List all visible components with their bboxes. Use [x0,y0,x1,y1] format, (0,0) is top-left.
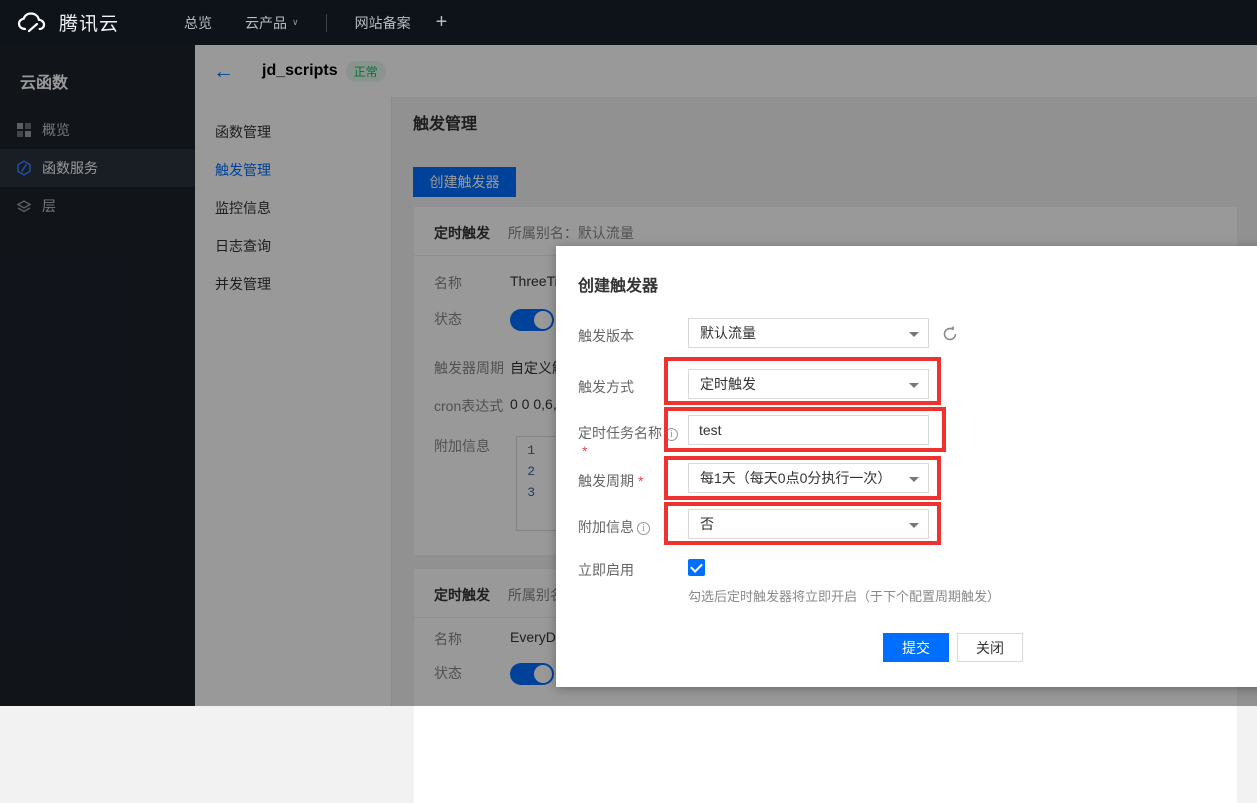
required-asterisk [634,473,643,489]
nav-item-cloud-products[interactable]: 云产品 ∨ [245,13,299,33]
chevron-down-icon: ∨ [292,17,299,28]
label-trigger-cycle: 触发周期 [578,471,686,491]
info-icon[interactable] [637,522,650,535]
cloud-logo-icon [16,11,50,35]
refresh-icon[interactable] [940,324,960,344]
task-name-input[interactable] [688,415,929,445]
chevron-down-icon [909,523,919,528]
nav-divider [326,14,327,32]
close-button[interactable]: 关闭 [957,633,1023,662]
label-text: 定时任务名称 [578,425,662,441]
chevron-down-icon [909,477,919,482]
nav-item-beian[interactable]: 网站备案 [355,13,411,33]
chevron-down-icon [909,383,919,388]
enable-now-helper-text: 勾选后定时触发器将立即开启（于下个配置周期触发） [688,586,1000,605]
create-trigger-dialog: 创建触发器 触发版本 默认流量 触发方式 定时触发 定时任务名称 触发周期 每1… [556,246,1257,687]
label-enable-now: 立即启用 [578,560,686,580]
label-trigger-version: 触发版本 [578,326,686,346]
select-value: 默认流量 [700,325,756,341]
label-trigger-method: 触发方式 [578,377,686,397]
submit-button[interactable]: 提交 [883,633,949,662]
select-value: 否 [700,516,714,532]
top-navbar: 腾讯云 总览 云产品 ∨ 网站备案 + [0,0,1257,45]
nav-item-overview[interactable]: 总览 [184,13,212,33]
select-value: 每1天（每天0点0分执行一次） [700,470,891,486]
add-tab-icon[interactable]: + [436,11,448,34]
chevron-down-icon [909,332,919,337]
dialog-title: 创建触发器 [578,272,658,296]
extra-info-select[interactable]: 否 [688,509,929,539]
nav-products-label: 云产品 [245,13,287,33]
label-extra-info: 附加信息 [578,517,686,537]
label-text: 触发周期 [578,473,634,489]
label-text: 附加信息 [578,519,634,535]
select-value: 定时触发 [700,376,756,392]
required-asterisk [578,443,587,459]
info-icon[interactable] [665,428,678,441]
label-task-name: 定时任务名称 [578,423,686,459]
tencent-cloud-logo[interactable]: 腾讯云 [16,9,119,36]
trigger-cycle-select[interactable]: 每1天（每天0点0分执行一次） [688,463,929,493]
trigger-version-select[interactable]: 默认流量 [688,318,929,348]
trigger-method-select[interactable]: 定时触发 [688,369,929,399]
brand-name: 腾讯云 [59,9,119,36]
enable-now-checkbox[interactable] [688,559,705,576]
